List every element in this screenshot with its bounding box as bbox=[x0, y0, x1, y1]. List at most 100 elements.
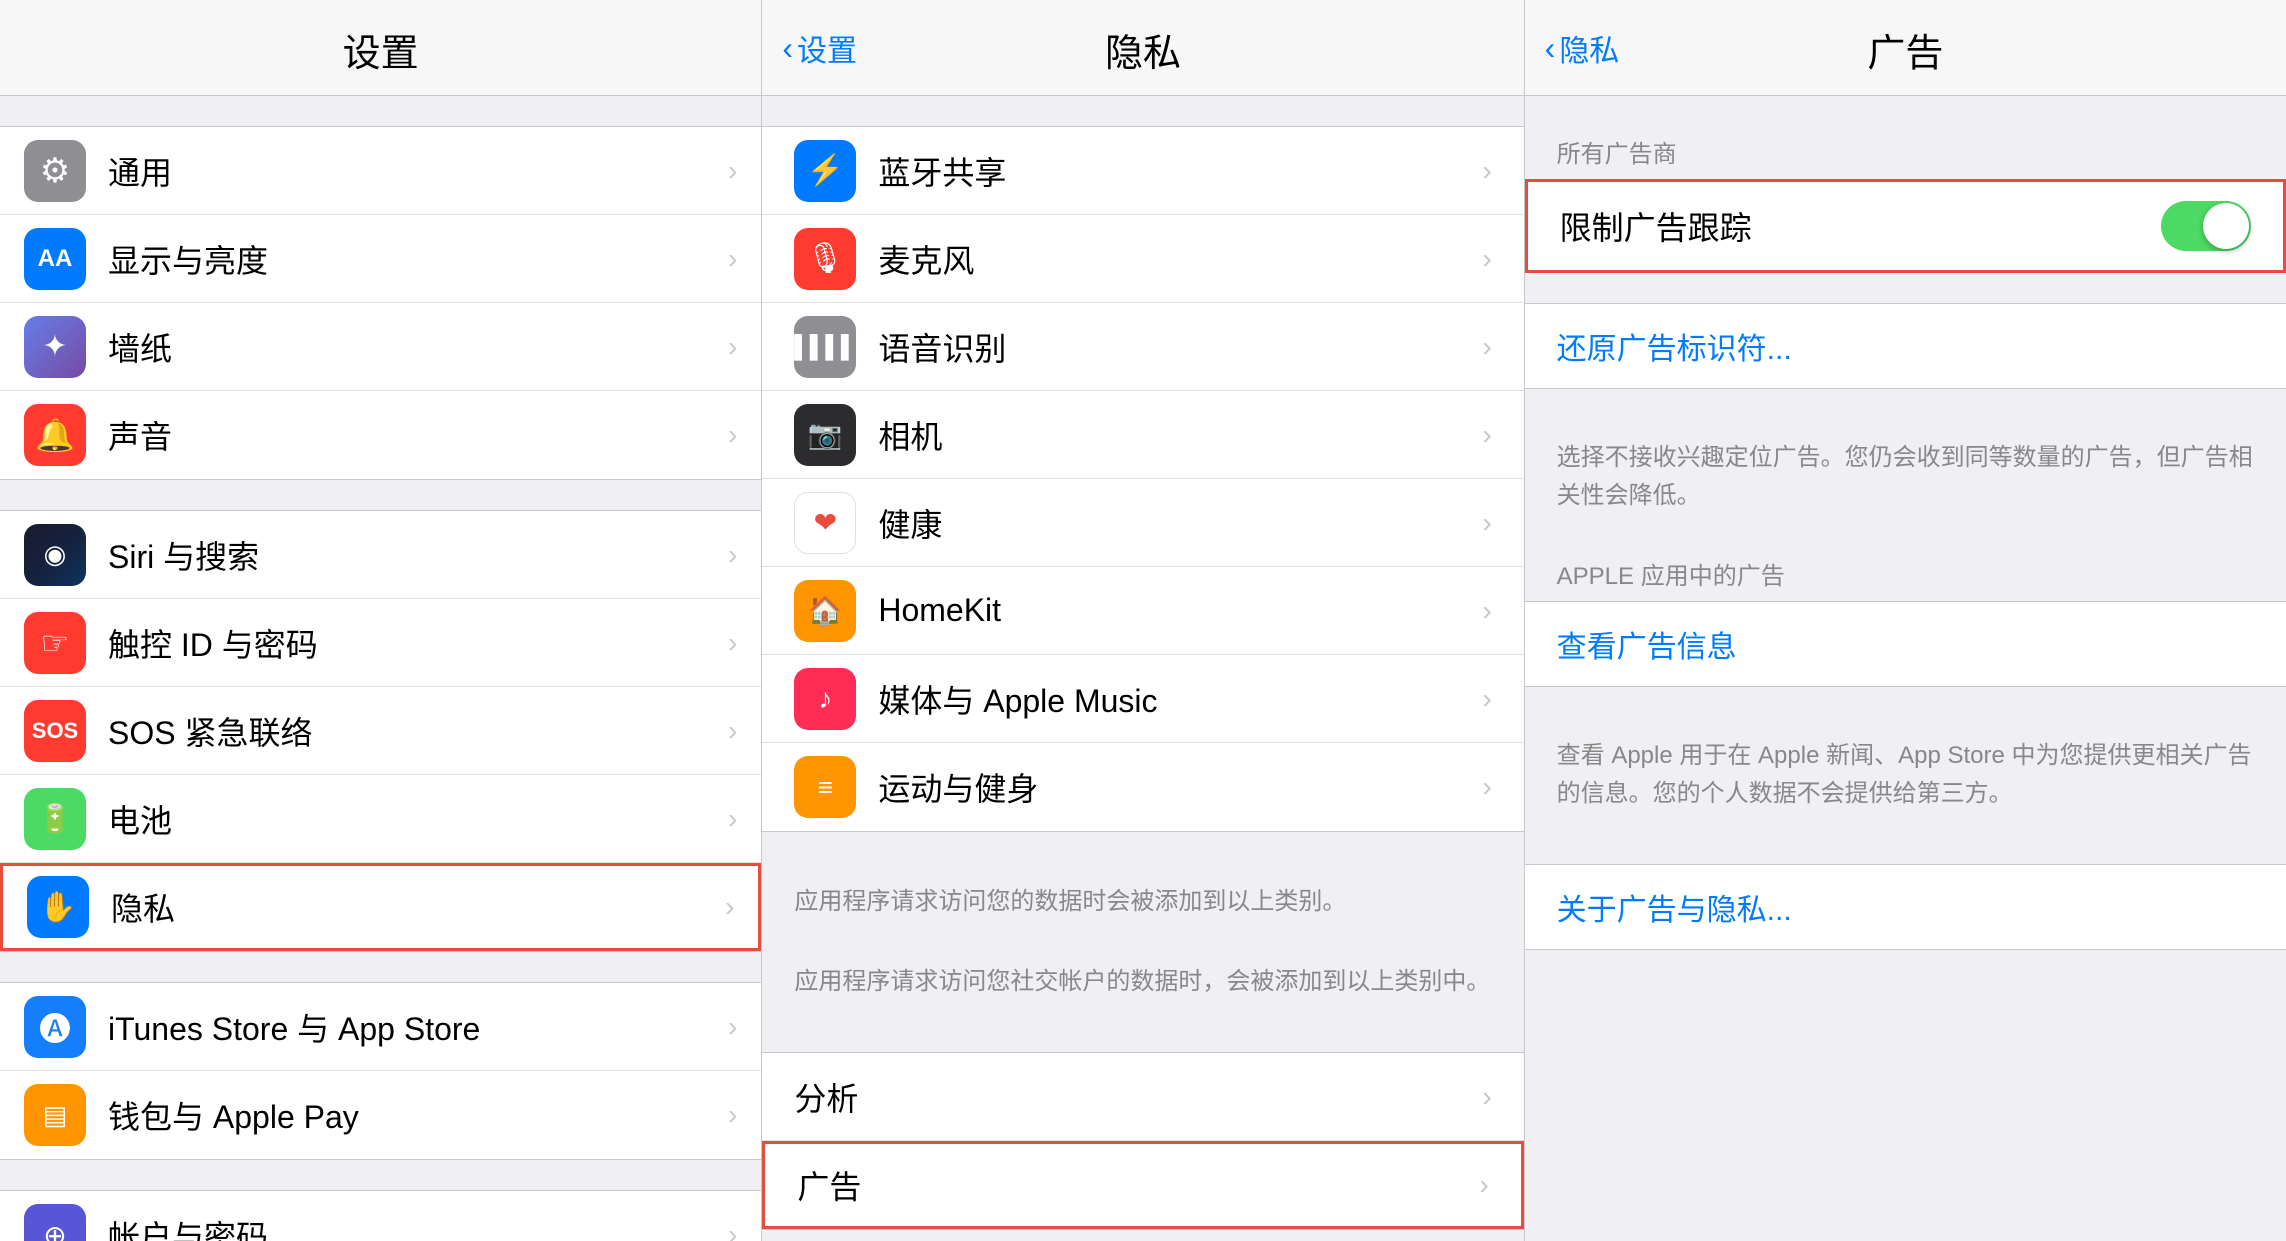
back-chevron-icon: ‹ bbox=[782, 32, 793, 64]
music-chevron: › bbox=[1482, 683, 1491, 715]
settings-item-general[interactable]: ⚙ 通用 › bbox=[0, 127, 761, 215]
privacy-note-1: 应用程序请求访问您的数据时会被添加到以上类别。 bbox=[762, 862, 1523, 942]
account-icon: ⊕ bbox=[24, 1204, 86, 1241]
sos-chevron: › bbox=[728, 715, 737, 747]
sound-label: 声音 bbox=[108, 412, 728, 458]
settings-item-touchid[interactable]: ☞ 触控 ID 与密码 › bbox=[0, 599, 761, 687]
analytics-chevron: › bbox=[1482, 1081, 1491, 1113]
ads-description-2: 查看 Apple 用于在 Apple 新闻、App Store 中为您提供更相关… bbox=[1525, 717, 2286, 834]
settings-title: 设置 bbox=[20, 22, 741, 77]
camera-icon: 📷 bbox=[794, 404, 856, 466]
sos-label: SOS 紧急联络 bbox=[108, 708, 728, 754]
ads-description-1: 选择不接收兴趣定位广告。您仍会收到同等数量的广告，但广告相关性会降低。 bbox=[1525, 419, 2286, 536]
ads-reset-group: 还原广告标识符... bbox=[1525, 303, 2286, 389]
limit-ad-tracking-toggle[interactable] bbox=[2161, 201, 2251, 251]
battery-chevron: › bbox=[728, 803, 737, 835]
privacy-list: ⚡ 蓝牙共享 › 🎙 麦克风 › ▌▌▌▌ 语音识别 › bbox=[762, 96, 1523, 1241]
ads-label: 广告 bbox=[797, 1162, 1479, 1208]
general-label: 通用 bbox=[108, 148, 728, 194]
fitness-chevron: › bbox=[1482, 771, 1491, 803]
settings-group-1: ⚙ 通用 › AA 显示与亮度 › ✦ 墙纸 › bbox=[0, 126, 761, 480]
settings-item-itunes[interactable]: 🅐 iTunes Store 与 App Store › bbox=[0, 983, 761, 1071]
ads-reset-link[interactable]: 还原广告标识符... bbox=[1525, 304, 2286, 388]
settings-group-2: ◉ Siri 与搜索 › ☞ 触控 ID 与密码 › SOS SOS 紧急联络 … bbox=[0, 510, 761, 952]
voice-label: 语音识别 bbox=[878, 324, 1482, 370]
wallet-chevron: › bbox=[728, 1099, 737, 1131]
privacy-item-homekit[interactable]: 🏠 HomeKit › bbox=[762, 567, 1523, 655]
privacy-item-camera[interactable]: 📷 相机 › bbox=[762, 391, 1523, 479]
wallet-icon: ▤ bbox=[24, 1084, 86, 1146]
privacy-note-2: 应用程序请求访问您社交帐户的数据时，会被添加到以上类别中。 bbox=[762, 942, 1523, 1022]
privacy-back-btn[interactable]: ‹ 设置 bbox=[782, 26, 857, 70]
privacy-icon: ✋ bbox=[27, 876, 89, 938]
voice-icon: ▌▌▌▌ bbox=[794, 316, 856, 378]
sos-icon: SOS bbox=[24, 700, 86, 762]
siri-label: Siri 与搜索 bbox=[108, 532, 728, 578]
privacy-item-bluetooth[interactable]: ⚡ 蓝牙共享 › bbox=[762, 127, 1523, 215]
settings-item-wallet[interactable]: ▤ 钱包与 Apple Pay › bbox=[0, 1071, 761, 1159]
privacy-item-fitness[interactable]: ≡ 运动与健身 › bbox=[762, 743, 1523, 831]
battery-label: 电池 bbox=[108, 796, 728, 842]
ads-panel: ‹ 隐私 广告 所有广告商 限制广告跟踪 还原广告标识符... 选择不接收兴趣定… bbox=[1525, 0, 2286, 1241]
health-chevron: › bbox=[1482, 507, 1491, 539]
ads-section-label-2: APPLE 应用中的广告 bbox=[1525, 536, 2286, 601]
privacy-item-analytics[interactable]: 分析 › bbox=[762, 1053, 1523, 1141]
sound-chevron: › bbox=[728, 419, 737, 451]
display-label: 显示与亮度 bbox=[108, 236, 728, 282]
privacy-back-label: 设置 bbox=[797, 26, 857, 70]
account-chevron: › bbox=[728, 1219, 737, 1241]
fitness-icon: ≡ bbox=[794, 756, 856, 818]
homekit-label: HomeKit bbox=[878, 592, 1482, 629]
privacy-item-ads[interactable]: 广告 › bbox=[762, 1141, 1523, 1229]
privacy-panel: ‹ 设置 隐私 ⚡ 蓝牙共享 › 🎙 麦克风 › bbox=[762, 0, 1524, 1241]
voice-chevron: › bbox=[1482, 331, 1491, 363]
settings-item-wallpaper[interactable]: ✦ 墙纸 › bbox=[0, 303, 761, 391]
privacy-item-voice[interactable]: ▌▌▌▌ 语音识别 › bbox=[762, 303, 1523, 391]
ads-tracking-label: 限制广告跟踪 bbox=[1560, 203, 2161, 249]
privacy-item-music[interactable]: ♪ 媒体与 Apple Music › bbox=[762, 655, 1523, 743]
display-chevron: › bbox=[728, 243, 737, 275]
privacy-chevron: › bbox=[725, 891, 734, 923]
ads-content: 所有广告商 限制广告跟踪 还原广告标识符... 选择不接收兴趣定位广告。您仍会收… bbox=[1525, 96, 2286, 1241]
settings-item-sos[interactable]: SOS SOS 紧急联络 › bbox=[0, 687, 761, 775]
ads-view-link[interactable]: 查看广告信息 bbox=[1525, 602, 2286, 686]
mic-chevron: › bbox=[1482, 243, 1491, 275]
wallet-label: 钱包与 Apple Pay bbox=[108, 1092, 728, 1138]
ads-tracking-group: 限制广告跟踪 bbox=[1525, 179, 2286, 273]
ads-chevron: › bbox=[1479, 1169, 1488, 1201]
privacy-title: 隐私 bbox=[782, 22, 1503, 77]
touchid-icon: ☞ bbox=[24, 612, 86, 674]
mic-label: 麦克风 bbox=[878, 236, 1482, 282]
ads-header: ‹ 隐私 广告 bbox=[1525, 0, 2286, 96]
settings-item-siri[interactable]: ◉ Siri 与搜索 › bbox=[0, 511, 761, 599]
privacy-item-mic[interactable]: 🎙 麦克风 › bbox=[762, 215, 1523, 303]
general-chevron: › bbox=[728, 155, 737, 187]
analytics-label: 分析 bbox=[794, 1074, 1482, 1120]
display-icon: AA bbox=[24, 228, 86, 290]
ads-about-group: 关于广告与隐私... bbox=[1525, 864, 2286, 950]
battery-icon: 🔋 bbox=[24, 788, 86, 850]
privacy-group-2: 分析 › 广告 › bbox=[762, 1052, 1523, 1230]
privacy-label: 隐私 bbox=[111, 884, 725, 930]
wallpaper-chevron: › bbox=[728, 331, 737, 363]
settings-item-account[interactable]: ⊕ 帐户与密码 › bbox=[0, 1191, 761, 1241]
settings-panel: 设置 ⚙ 通用 › AA 显示与亮度 › bbox=[0, 0, 762, 1241]
itunes-icon: 🅐 bbox=[24, 996, 86, 1058]
bluetooth-label: 蓝牙共享 bbox=[878, 148, 1482, 194]
settings-item-privacy[interactable]: ✋ 隐私 › bbox=[0, 863, 761, 951]
settings-item-battery[interactable]: 🔋 电池 › bbox=[0, 775, 761, 863]
health-icon: ❤ bbox=[794, 492, 856, 554]
privacy-item-health[interactable]: ❤ 健康 › bbox=[762, 479, 1523, 567]
ads-back-label: 隐私 bbox=[1559, 26, 1619, 70]
camera-chevron: › bbox=[1482, 419, 1491, 451]
itunes-chevron: › bbox=[728, 1011, 737, 1043]
ads-about-link[interactable]: 关于广告与隐私... bbox=[1525, 865, 2286, 949]
ads-view-group: 查看广告信息 bbox=[1525, 601, 2286, 687]
settings-item-sound[interactable]: 🔔 声音 › bbox=[0, 391, 761, 479]
bluetooth-chevron: › bbox=[1482, 155, 1491, 187]
music-icon: ♪ bbox=[794, 668, 856, 730]
itunes-label: iTunes Store 与 App Store bbox=[108, 1004, 728, 1050]
ads-back-btn[interactable]: ‹ 隐私 bbox=[1545, 26, 1620, 70]
bluetooth-icon: ⚡ bbox=[794, 140, 856, 202]
settings-item-display[interactable]: AA 显示与亮度 › bbox=[0, 215, 761, 303]
